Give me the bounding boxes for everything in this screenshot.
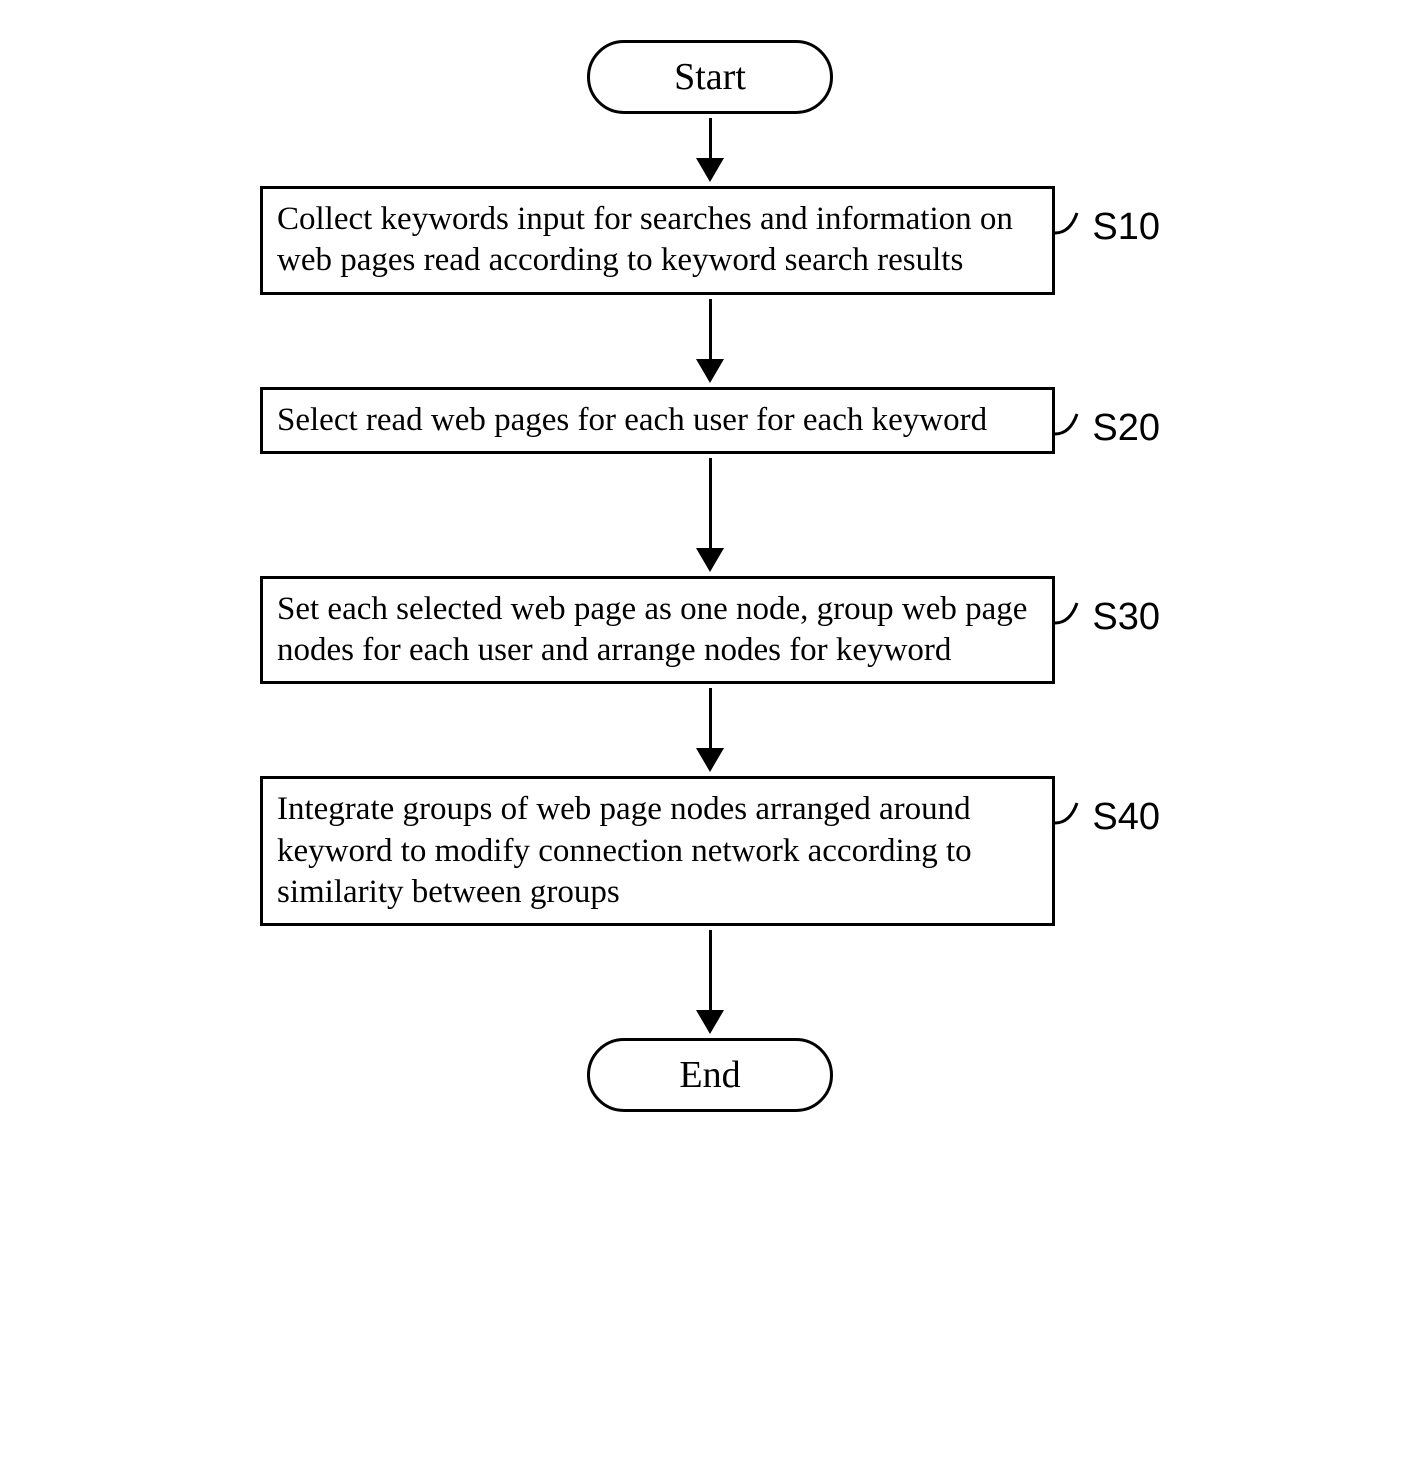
start-terminator: Start [587, 40, 833, 114]
arrow [696, 458, 724, 572]
process-step-s40: Integrate groups of web page nodes arran… [260, 776, 1160, 926]
process-step-s20: Select read web pages for each user for … [260, 387, 1160, 454]
connector-curve [1055, 598, 1085, 628]
step-label: S20 [1092, 407, 1160, 450]
process-box: Integrate groups of web page nodes arran… [260, 776, 1055, 926]
step-label: S30 [1092, 596, 1160, 639]
process-box: Select read web pages for each user for … [260, 387, 1055, 454]
process-box: Collect keywords input for searches and … [260, 186, 1055, 295]
connector-curve [1055, 208, 1085, 238]
arrow [696, 299, 724, 383]
process-step-s10: Collect keywords input for searches and … [260, 186, 1160, 295]
process-step-s30: Set each selected web page as one node, … [260, 576, 1160, 685]
arrow [696, 930, 724, 1034]
flowchart-container: Start Collect keywords input for searche… [260, 40, 1160, 1112]
end-terminator: End [587, 1038, 833, 1112]
connector-curve [1055, 409, 1085, 439]
process-box: Set each selected web page as one node, … [260, 576, 1055, 685]
step-label: S40 [1092, 796, 1160, 839]
step-label: S10 [1092, 206, 1160, 249]
connector-curve [1055, 798, 1085, 828]
arrow [696, 118, 724, 182]
arrow [696, 688, 724, 772]
